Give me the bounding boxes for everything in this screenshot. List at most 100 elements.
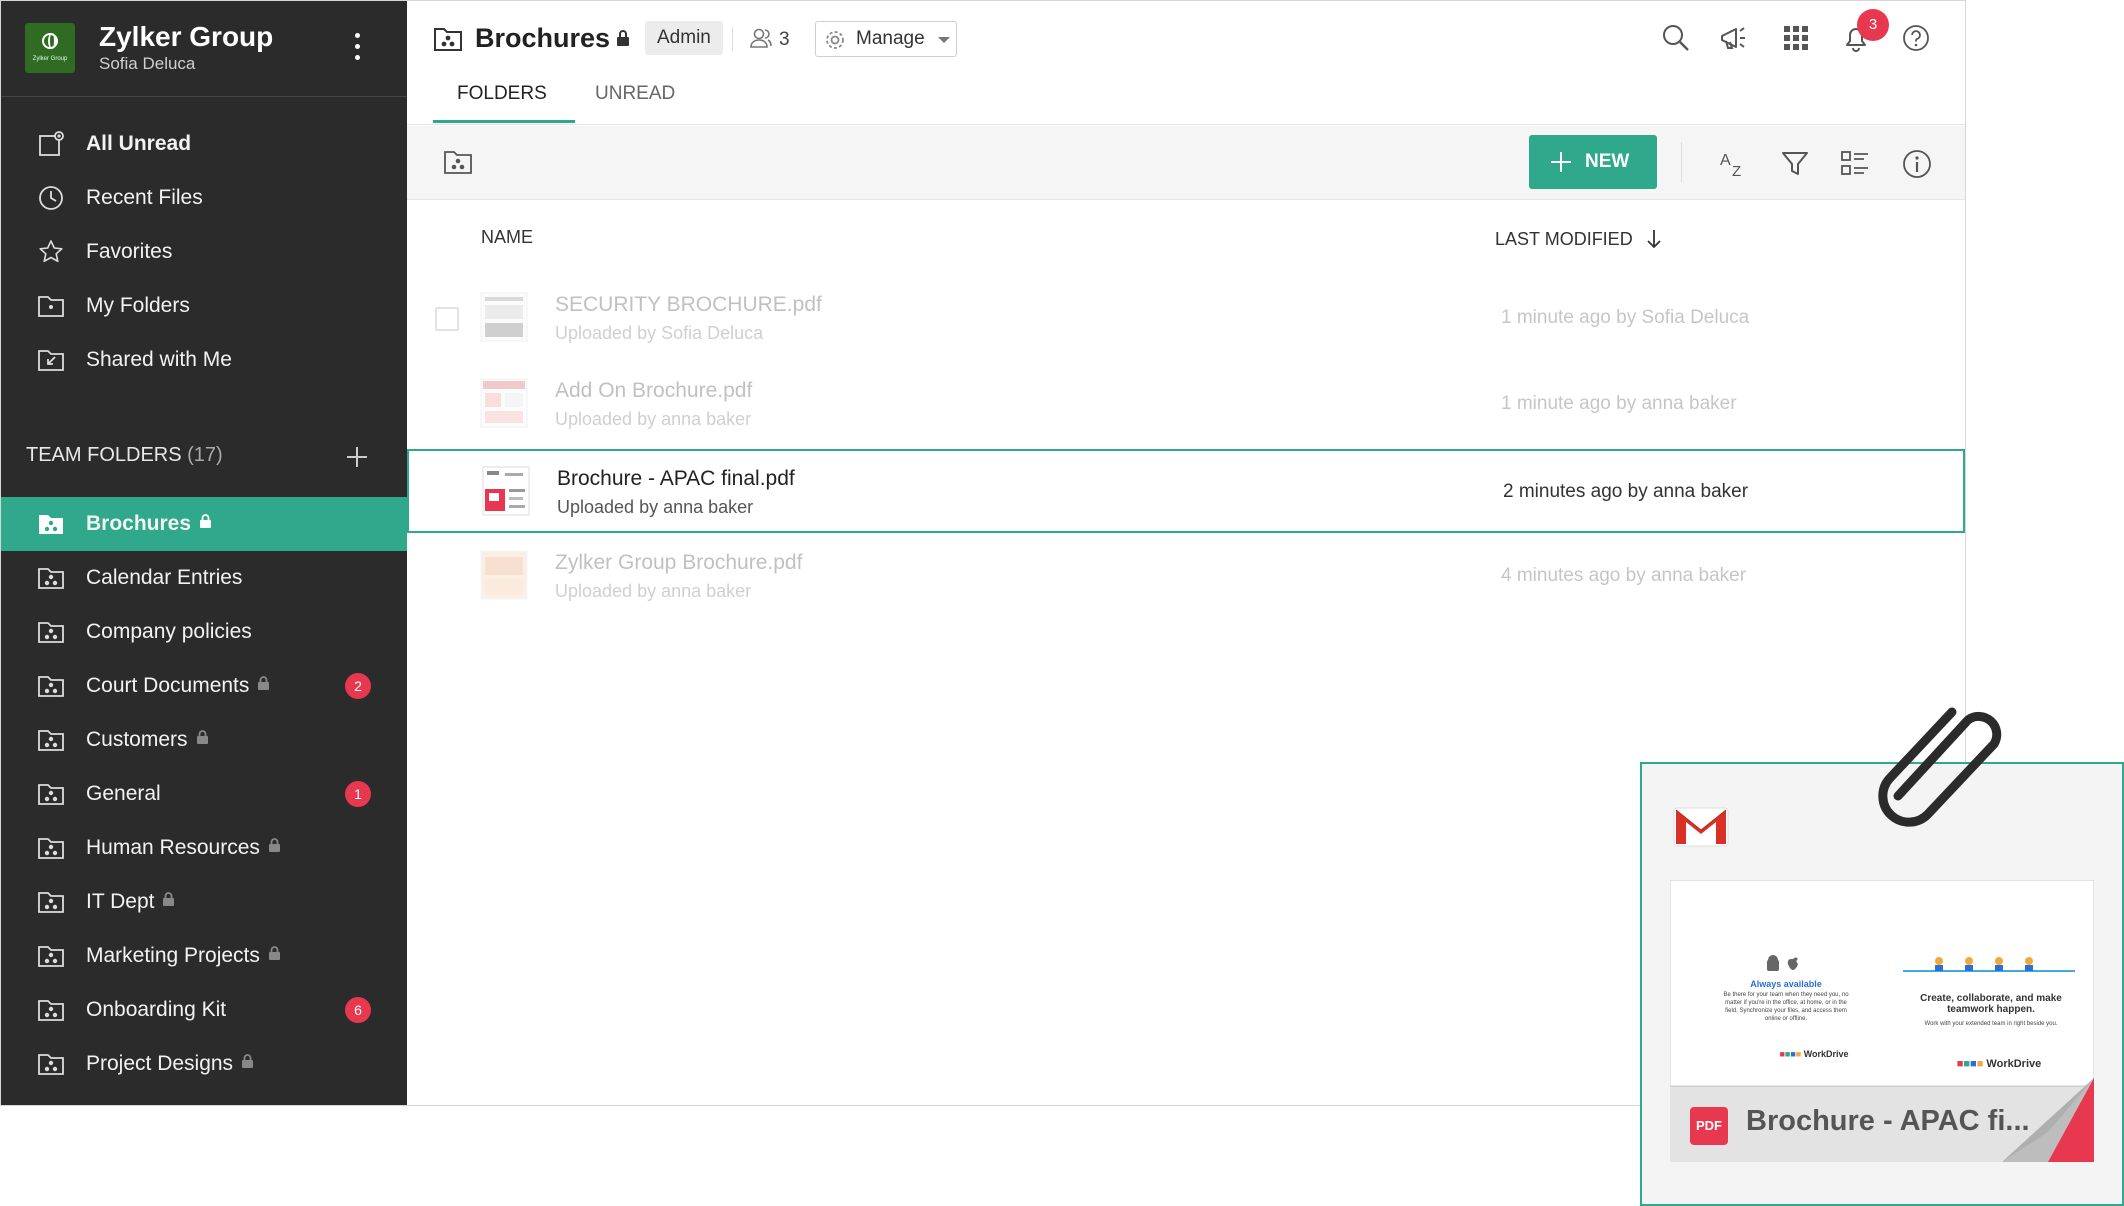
team-folder-company-policies[interactable]: Company policies — [1, 605, 407, 659]
team-folder-court-documents[interactable]: Court Documents 2 — [1, 659, 407, 713]
org-logo: Zylker Group — [25, 23, 75, 73]
team-folder-name: Court Documents — [86, 674, 250, 697]
lock-icon — [163, 892, 175, 906]
team-folder-name: IT Dept — [86, 890, 155, 913]
sidebar-item-all-unread[interactable]: All Unread — [1, 117, 407, 171]
team-folder-general[interactable]: General 1 — [1, 767, 407, 821]
apps-grid-icon[interactable] — [1781, 23, 1811, 53]
attachment-preview: Always available Be there for your team … — [1670, 880, 2094, 1086]
row-checkbox[interactable] — [435, 307, 459, 331]
add-team-folder-icon[interactable] — [345, 445, 369, 469]
file-row[interactable]: Zylker Group Brochure.pdf Uploaded by ann… — [407, 535, 1965, 619]
team-folder-label: General — [86, 782, 161, 806]
new-button[interactable]: NEW — [1529, 135, 1657, 189]
role-badge: Admin — [645, 21, 723, 55]
team-folder-onboarding-kit[interactable]: Onboarding Kit 6 — [1, 983, 407, 1037]
folder-icon — [38, 296, 64, 317]
lock-icon — [617, 30, 629, 46]
unread-badge: 6 — [345, 997, 371, 1023]
sidebar-item-shared-with-me[interactable]: Shared with Me — [1, 333, 407, 387]
sidebar-item-label: All Unread — [86, 132, 192, 155]
attachment-filename: Brochure - APAC fi... — [1746, 1105, 2030, 1137]
members-button[interactable]: 3 — [749, 27, 790, 51]
preview-body-left: Be there for your team when they need yo… — [1723, 992, 1849, 1022]
file-name[interactable]: Add On Brochure.pdf — [555, 379, 752, 403]
help-icon[interactable] — [1901, 23, 1931, 53]
manage-label: Manage — [856, 28, 925, 49]
sidebar-item-label: Favorites — [86, 240, 173, 263]
team-folder-label: Onboarding Kit — [86, 998, 226, 1022]
sort-az-icon[interactable]: A Z — [1717, 148, 1749, 180]
unread-badge: 1 — [345, 781, 371, 807]
team-folder-human-resources[interactable]: Human Resources — [1, 821, 407, 875]
android-apple-icon — [1767, 955, 1798, 971]
filter-icon[interactable] — [1779, 148, 1811, 180]
gear-icon — [826, 31, 844, 49]
chevron-down-icon — [938, 37, 950, 43]
lock-icon — [258, 676, 270, 690]
team-folder-marketing-projects[interactable]: Marketing Projects — [1, 929, 407, 983]
unread-badge: 2 — [345, 673, 371, 699]
info-icon[interactable] — [1901, 148, 1933, 180]
file-thumbnail — [480, 378, 528, 428]
column-header-name[interactable]: NAME — [481, 227, 533, 248]
team-folder-customers[interactable]: Customers — [1, 713, 407, 767]
team-folder-icon — [38, 784, 64, 805]
sidebar-item-favorites[interactable]: Favorites — [1, 225, 407, 279]
file-row[interactable]: SECURITY BROCHURE.pdf Uploaded by Sofia D… — [407, 277, 1965, 361]
team-folder-name: General — [86, 782, 161, 805]
star-icon — [39, 240, 63, 263]
team-folder-calendar-entries[interactable]: Calendar Entries — [1, 551, 407, 605]
page-fold-icon — [2002, 1078, 2094, 1162]
more-options-icon[interactable] — [351, 33, 363, 65]
file-name[interactable]: Zylker Group Brochure.pdf — [555, 551, 802, 575]
team-folders-label: TEAM FOLDERS — [26, 444, 182, 466]
sidebar-item-my-folders[interactable]: My Folders — [1, 279, 407, 333]
team-folder-label: IT Dept — [86, 890, 175, 914]
sidebar-item-label: My Folders — [86, 294, 190, 317]
all-unread-icon — [39, 131, 64, 156]
file-modified: 1 minute ago by anna baker — [1501, 393, 1737, 414]
view-toggle-icon[interactable] — [1839, 148, 1871, 180]
org-switcher[interactable]: Zylker Group Zylker Group Sofia Deluca — [1, 1, 407, 97]
file-thumbnail — [482, 466, 530, 516]
team-folder-name: Brochures — [86, 512, 192, 535]
file-row[interactable]: Brochure - APAC final.pdf Uploaded by ann… — [407, 449, 1965, 533]
team-folder-label: Company policies — [86, 620, 252, 644]
active-tab-indicator — [433, 120, 575, 123]
team-folder-project-designs[interactable]: Project Designs — [1, 1037, 407, 1091]
preview-brand-right-text: WorkDrive — [1986, 1058, 2042, 1070]
page-title: Brochures — [475, 23, 611, 53]
search-icon[interactable] — [1661, 23, 1691, 53]
org-name: Zylker Group — [99, 21, 274, 52]
lock-icon — [200, 514, 212, 528]
globe-icon — [42, 33, 58, 49]
column-header-modified[interactable]: LAST MODIFIED — [1495, 228, 1662, 250]
sidebar-item-label: Recent Files — [86, 186, 203, 209]
file-name[interactable]: SECURITY BROCHURE.pdf — [555, 293, 822, 317]
team-folders-header: TEAM FOLDERS (17) — [26, 444, 223, 467]
team-folder-name: Onboarding Kit — [86, 998, 227, 1021]
tab-unread[interactable]: UNREAD — [595, 83, 675, 105]
file-modified: 2 minutes ago by anna baker — [1503, 481, 1749, 502]
clock-icon — [39, 186, 63, 210]
team-folder-icon — [38, 892, 64, 913]
file-uploader: Uploaded by anna baker — [555, 409, 752, 429]
team-folder-it-dept[interactable]: IT Dept — [1, 875, 407, 929]
file-row[interactable]: Add On Brochure.pdf Uploaded by anna bake… — [407, 363, 1965, 447]
file-modified: 1 minute ago by Sofia Deluca — [1501, 307, 1750, 328]
announcement-icon[interactable] — [1719, 23, 1749, 53]
team-folder-icon[interactable] — [443, 148, 473, 176]
team-folder-brochures[interactable]: Brochures — [1, 497, 407, 551]
team-folder-label: Human Resources — [86, 836, 281, 860]
team-folder-name: Customers — [86, 728, 188, 751]
file-name[interactable]: Brochure - APAC final.pdf — [557, 467, 795, 491]
sidebar-item-recent-files[interactable]: Recent Files — [1, 171, 407, 225]
sidebar-item-label: Shared with Me — [86, 348, 232, 371]
manage-dropdown[interactable]: Manage — [815, 21, 957, 57]
tab-folders[interactable]: FOLDERS — [457, 83, 547, 105]
divider — [732, 27, 733, 51]
file-thumbnail — [480, 292, 528, 342]
file-uploader: Uploaded by Sofia Deluca — [555, 323, 764, 343]
team-folder-label: Brochures — [86, 512, 212, 536]
